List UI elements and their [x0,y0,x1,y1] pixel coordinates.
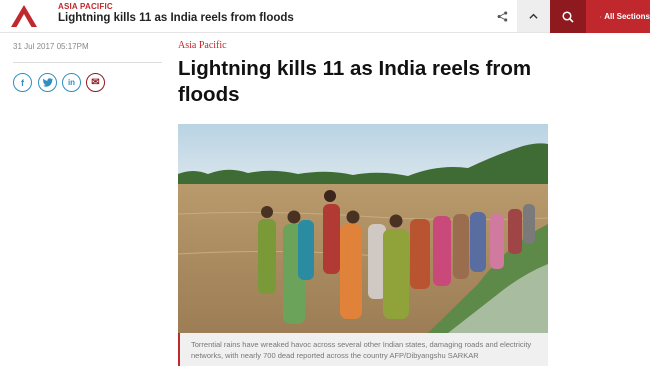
header-article-title: Lightning kills 11 as India reels from f… [58,12,294,24]
top-navigation-bar: ASIA PACIFIC Lightning kills 11 as India… [0,0,650,33]
article-headline: Lightning kills 11 as India reels from f… [178,57,532,106]
section-label[interactable]: ASIA PACIFIC [58,2,113,11]
facebook-share-button[interactable]: f [13,73,32,92]
all-sections-menu-button[interactable]: All Sections [586,0,650,33]
cna-logo-icon[interactable] [11,5,37,27]
chevron-up-icon [529,13,538,19]
share-icon [497,10,508,22]
search-icon [562,10,574,23]
email-icon: ✉ [91,77,100,88]
photo-caption: Torrential rains have wreaked havoc acro… [178,333,548,366]
article-section-kicker[interactable]: Asia Pacific [178,40,227,51]
facebook-icon: f [21,77,24,88]
share-button[interactable] [488,0,517,32]
all-sections-label: All Sections [604,12,650,21]
scroll-up-button[interactable] [517,0,550,32]
article-photo [178,124,548,333]
hamburger-menu-icon [600,16,602,17]
twitter-share-button[interactable] [38,73,57,92]
publish-date: 31 Jul 2017 05:17PM [13,42,89,51]
email-share-button[interactable]: ✉ [86,73,105,92]
divider [13,62,162,63]
twitter-icon [42,78,53,87]
linkedin-share-button[interactable]: in [62,73,81,92]
linkedin-icon: in [67,78,76,87]
search-button[interactable] [550,0,586,33]
